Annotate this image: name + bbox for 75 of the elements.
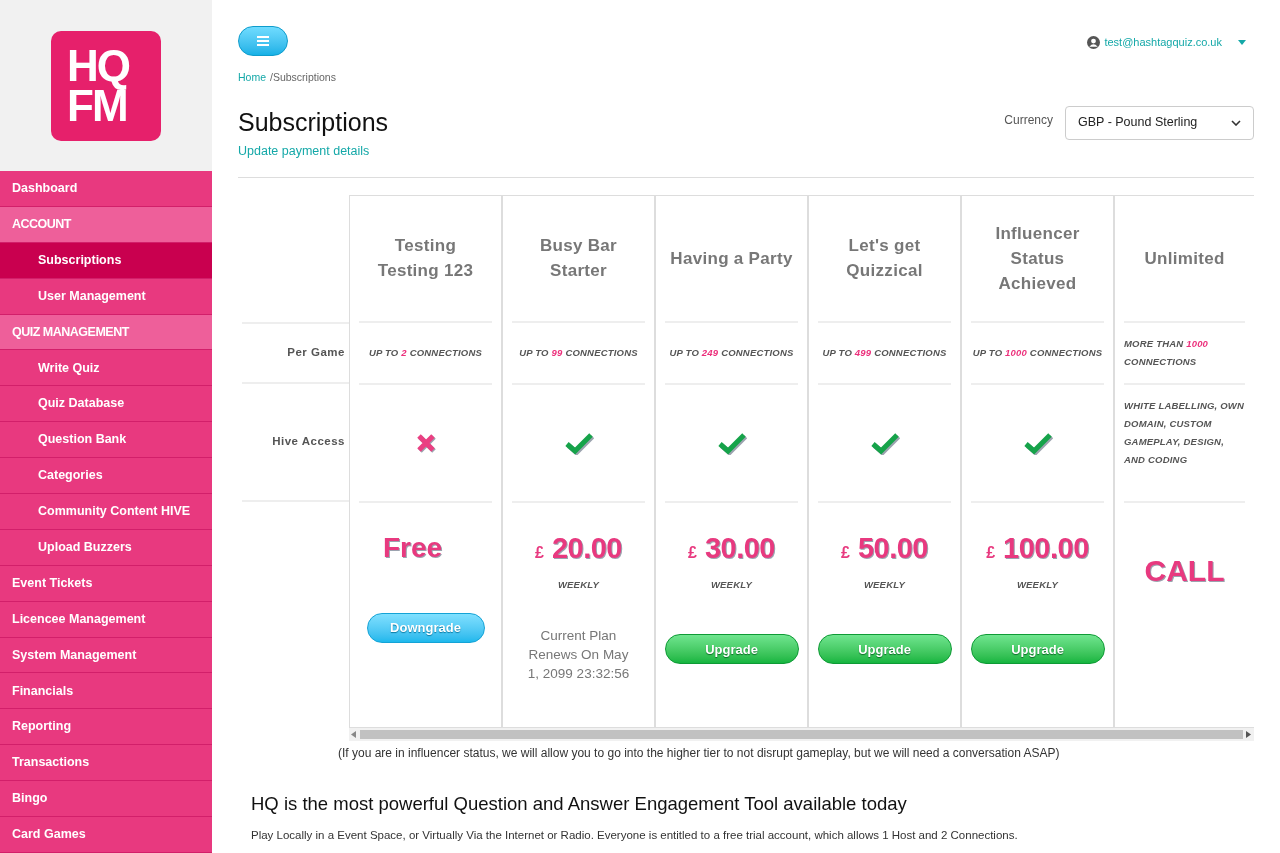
- scroll-left-icon[interactable]: [351, 730, 357, 738]
- plan-name: Busy Bar Starter: [538, 235, 618, 282]
- plan-name: Testing Testing 123: [376, 235, 475, 282]
- breadcrumb-current: /Subscriptions: [270, 70, 336, 85]
- sidebar-item[interactable]: Transactions: [0, 745, 212, 782]
- menu-icon: [257, 36, 269, 46]
- price-label: CALL: [1144, 552, 1225, 589]
- sidebar-item[interactable]: Question Bank: [0, 422, 212, 459]
- sidebar-item[interactable]: Bingo: [0, 781, 212, 818]
- sidebar-item[interactable]: Quiz Database: [0, 386, 212, 423]
- upgrade-button[interactable]: Upgrade: [664, 634, 799, 665]
- currency-symbol: £: [688, 542, 697, 563]
- price-amount: 30.00: [704, 530, 775, 566]
- intro-paragraph: Play Locally in a Event Space, or Virtually Via the Internet or Radio. Everyone is entitled to a free trial account, which allows 1 Host and 2 Connections.: [251, 828, 1019, 844]
- breadcrumb-link[interactable]: Home: [238, 70, 266, 86]
- section-heading: HQ is the most powerful Question and Answer Engagement Tool available today: [251, 791, 908, 816]
- sidebar-item[interactable]: Upload Buzzers: [0, 529, 212, 566]
- sidebar-item[interactable]: Card Games: [0, 817, 212, 853]
- sidebar-item[interactable]: Categories: [0, 458, 212, 494]
- connections-text: UP TO 499 CONNECTIONS: [822, 345, 947, 360]
- page-title: Subscriptions: [238, 106, 389, 138]
- sidebar-item[interactable]: Reporting: [0, 709, 212, 746]
- billing-period: WEEKLY: [1016, 578, 1059, 592]
- row-label: Hive Access: [272, 433, 345, 449]
- currency-label: Currency: [1004, 111, 1053, 129]
- upgrade-button[interactable]: Upgrade: [970, 634, 1105, 665]
- billing-period: WEEKLY: [863, 578, 906, 592]
- update-payment-link[interactable]: Update payment details: [238, 141, 389, 161]
- sidebar-item[interactable]: Dashboard: [0, 171, 212, 207]
- influencer-note: (If you are in influencer status, we will allow you to go into the higher tier to not disrupt gameplay, but we will need a conversation ASAP): [338, 744, 1061, 762]
- upgrade-button[interactable]: Upgrade: [817, 634, 952, 665]
- price-amount: 100.00: [1003, 530, 1089, 566]
- currency-symbol: £: [986, 542, 996, 563]
- sidebar-item[interactable]: System Management: [0, 637, 212, 674]
- plan-name: Having a Party: [670, 247, 793, 270]
- connections-text: UP TO 1000 CONNECTIONS: [972, 345, 1103, 360]
- logo: HQ FM: [51, 30, 161, 141]
- cross-icon: [414, 431, 437, 454]
- user-icon: [1087, 35, 1101, 49]
- billing-period: WEEKLY: [557, 578, 600, 592]
- menu-button[interactable]: [238, 26, 288, 56]
- price-amount: 50.00: [857, 530, 928, 566]
- plan-name: Let's get Quizzical: [845, 235, 924, 282]
- sidebar-item[interactable]: Subscriptions: [0, 242, 212, 279]
- hive-description: WHITE LABELLING, OWN DOMAIN, CUSTOM GAMEPLAY, DESIGN, AND CODING: [1124, 398, 1245, 467]
- connections-text: UP TO 2 CONNECTIONS: [368, 345, 483, 360]
- sidebar-section-heading: QUIZ MANAGEMENT: [0, 314, 212, 351]
- currency-select[interactable]: GBP - Pound Sterling: [1065, 105, 1254, 140]
- scroll-right-icon[interactable]: [1246, 730, 1252, 738]
- check-icon: [563, 430, 594, 455]
- sidebar-item[interactable]: Financials: [0, 673, 212, 710]
- check-icon: [1022, 430, 1053, 455]
- billing-period: WEEKLY: [710, 578, 753, 592]
- check-icon: [716, 430, 747, 455]
- sidebar-item[interactable]: User Management: [0, 278, 212, 315]
- currency-symbol: £: [535, 542, 544, 563]
- connections-text: UP TO 99 CONNECTIONS: [519, 345, 638, 360]
- sidebar-section-heading: ACCOUNT: [0, 206, 212, 243]
- check-icon: [869, 430, 900, 455]
- currency-symbol: £: [841, 542, 850, 563]
- sidebar-item[interactable]: Write Quiz: [0, 350, 212, 387]
- connections-text: MORE THAN 1000 CONNECTIONS: [1124, 336, 1210, 369]
- sidebar-item[interactable]: Community Content HIVE: [0, 494, 212, 530]
- sidebar-item[interactable]: Licencee Management: [0, 601, 212, 638]
- connections-text: UP TO 249 CONNECTIONS: [669, 345, 794, 360]
- row-label: Per Game: [287, 344, 345, 360]
- plan-name: Unlimited: [1144, 247, 1225, 270]
- caret-icon: [1238, 39, 1246, 45]
- sidebar-item[interactable]: Event Tickets: [0, 565, 212, 602]
- plan-name: Influencer Status Achieved: [994, 222, 1081, 295]
- user-menu[interactable]: test@hashtagquiz.co.uk: [1087, 26, 1254, 51]
- price-amount: 20.00: [551, 530, 622, 566]
- current-plan-text: Current Plan Renews On May 1, 2099 23:32:56: [526, 627, 631, 684]
- chevron-down-icon: [1231, 119, 1241, 126]
- price-label: Free: [383, 531, 443, 563]
